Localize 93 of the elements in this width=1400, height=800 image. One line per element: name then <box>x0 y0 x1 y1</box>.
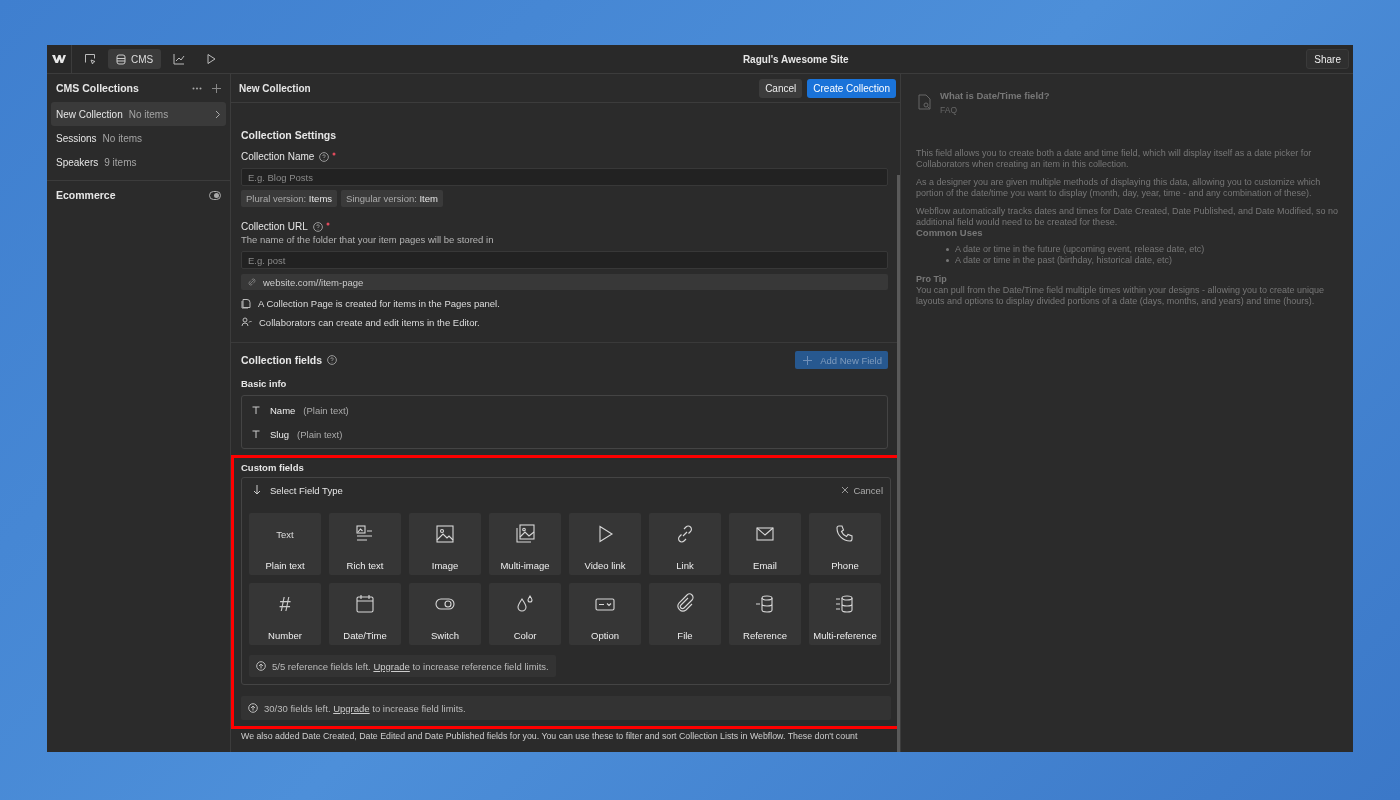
section-title: Collection Settings <box>241 129 338 141</box>
bullet-icon <box>946 259 949 262</box>
version-chip: Singular version: Item <box>341 190 443 207</box>
group-title: Custom fields <box>241 462 305 473</box>
chart-icon <box>173 53 186 65</box>
field-type-tile[interactable]: Link <box>649 513 721 575</box>
url-preview: website.com//item-page <box>263 276 364 288</box>
limit-text: 5/5 reference fields left. Upgrade to increase reference field limits. <box>272 660 549 672</box>
images-icon <box>514 523 536 545</box>
text-type-icon <box>252 406 260 414</box>
help-paragraph: You can pull from the Date/Time field multiple times within your designs - allowing you to create unique layouts and options to display divided portions of a date (days, months, and years) and time (hours). <box>916 285 1326 307</box>
text-type-icon <box>252 430 260 438</box>
upgrade-link[interactable]: Upgrade <box>333 702 370 714</box>
collection-item[interactable]: Speakers 9 items <box>51 150 226 174</box>
panel-title: CMS Collections <box>56 82 140 94</box>
collection-url-field[interactable]: E.g. post <box>241 251 888 269</box>
link-icon <box>248 278 256 286</box>
help-paragraph: This field allows you to create both a date and time field, which will display itself as a date picker for Collaborators when creating an item in this collection. <box>916 148 1313 170</box>
scrollbar[interactable] <box>897 175 900 752</box>
drops-icon <box>514 593 536 615</box>
section-title: Ecommerce <box>56 189 117 201</box>
field-type-tile[interactable]: Multi-reference <box>809 583 881 645</box>
toggle-icon[interactable] <box>209 190 221 200</box>
database-icon <box>116 53 126 65</box>
help-title: What is Date/Time field? <box>940 90 1050 101</box>
info-text: We also added Date Created, Date Edited and Date Published fields for you. You can use these to filter and sort Collection Lists in Webflow. These don't count <box>241 731 858 742</box>
field-type-tile[interactable]: Multi-image <box>489 513 561 575</box>
toolbar-tab[interactable]: CMS <box>108 49 162 69</box>
field-type-tile[interactable]: Text Plain text <box>249 513 321 575</box>
collection-item[interactable]: New Collection No items <box>51 102 226 126</box>
database-icon <box>754 593 776 615</box>
upgrade-icon <box>256 661 266 671</box>
field-type-tile[interactable]: # Number <box>249 583 321 645</box>
phone-icon <box>834 523 856 545</box>
help-paragraph: Webflow automatically tracks dates and times for Date Created, Date Published, and Date Modified, so no additional field would need to be created for these. <box>916 206 1339 228</box>
share-button[interactable]: Share <box>1306 49 1349 69</box>
limit-text: 30/30 fields left. Upgrade to increase field limits. <box>264 702 466 714</box>
image-icon <box>434 523 456 545</box>
add-icon[interactable] <box>212 83 221 93</box>
help-paragraph: As a designer you are given multiple methods of displaying this data, allowing you to customize which portion of the date/time you want to display (month, day, year, time - and any combination of these). <box>916 177 1322 199</box>
field-type-tile[interactable]: Date/Time <box>329 583 401 645</box>
page-icon <box>241 297 251 309</box>
more-icon[interactable] <box>192 86 202 90</box>
field-type-tile[interactable]: Phone <box>809 513 881 575</box>
calendar-icon <box>354 593 376 615</box>
required-icon <box>325 221 330 226</box>
help-icon[interactable] <box>327 355 338 365</box>
field-type-tile[interactable]: File <box>649 583 721 645</box>
help-heading: Pro Tip <box>916 274 948 285</box>
required-icon <box>332 151 337 156</box>
cursor-icon <box>84 53 96 65</box>
field-type-tile[interactable]: Image <box>409 513 481 575</box>
create-collection-button[interactable]: Create Collection <box>807 78 896 98</box>
logo-icon <box>52 54 66 64</box>
collection-item[interactable]: Sessions No items <box>51 126 226 150</box>
close-icon <box>842 487 849 493</box>
upgrade-icon <box>248 703 258 713</box>
panel-subtitle: Select Field Type <box>270 484 344 496</box>
help-icon[interactable] <box>312 221 323 232</box>
field-type-tile[interactable]: Rich text <box>329 513 401 575</box>
info-text: Collaborators can create and edit items in the Editor. <box>259 316 480 328</box>
field-type-tile[interactable]: Switch <box>409 583 481 645</box>
bullet-icon <box>946 248 949 251</box>
help-heading: Common Uses <box>916 227 984 238</box>
cancel-link[interactable]: Cancel <box>842 484 883 496</box>
site-title: Ragul's Awesome Site <box>741 53 850 65</box>
group-title: Basic info <box>241 378 288 389</box>
field-hint: The name of the folder that your item pages will be stored in <box>241 234 495 245</box>
panel-title: New Collection <box>239 82 312 94</box>
section-title: Collection fields <box>241 354 323 366</box>
database-list-icon <box>834 593 856 615</box>
field-type-tile[interactable]: Email <box>729 513 801 575</box>
document-search-icon <box>918 94 931 110</box>
upgrade-link[interactable]: Upgrade <box>373 660 410 672</box>
help-icon[interactable] <box>319 151 330 162</box>
field-label: Collection Name <box>241 151 315 162</box>
plus-icon <box>803 355 813 365</box>
play-icon <box>205 53 218 65</box>
field-type-tile[interactable]: Option <box>569 583 641 645</box>
field-label: Collection URL <box>241 221 308 232</box>
user-icon <box>241 317 252 327</box>
info-text: A Collection Page is created for items in the Pages panel. <box>258 297 500 309</box>
cancel-button[interactable]: Cancel <box>759 78 803 98</box>
collection-name-field[interactable]: E.g. Blog Posts <box>241 168 888 186</box>
version-chip: Plural version: Items <box>241 190 338 207</box>
field-row[interactable]: Slug (Plain text) <box>242 422 887 446</box>
chevron-right-icon <box>215 109 221 119</box>
paperclip-icon <box>674 593 696 615</box>
field-row[interactable]: Name (Plain text) <box>242 398 887 422</box>
field-type-tile[interactable]: Video link <box>569 513 641 575</box>
arrow-down-icon <box>253 485 261 495</box>
field-type-tile[interactable]: Color <box>489 583 561 645</box>
field-type-tile[interactable]: Reference <box>729 583 801 645</box>
